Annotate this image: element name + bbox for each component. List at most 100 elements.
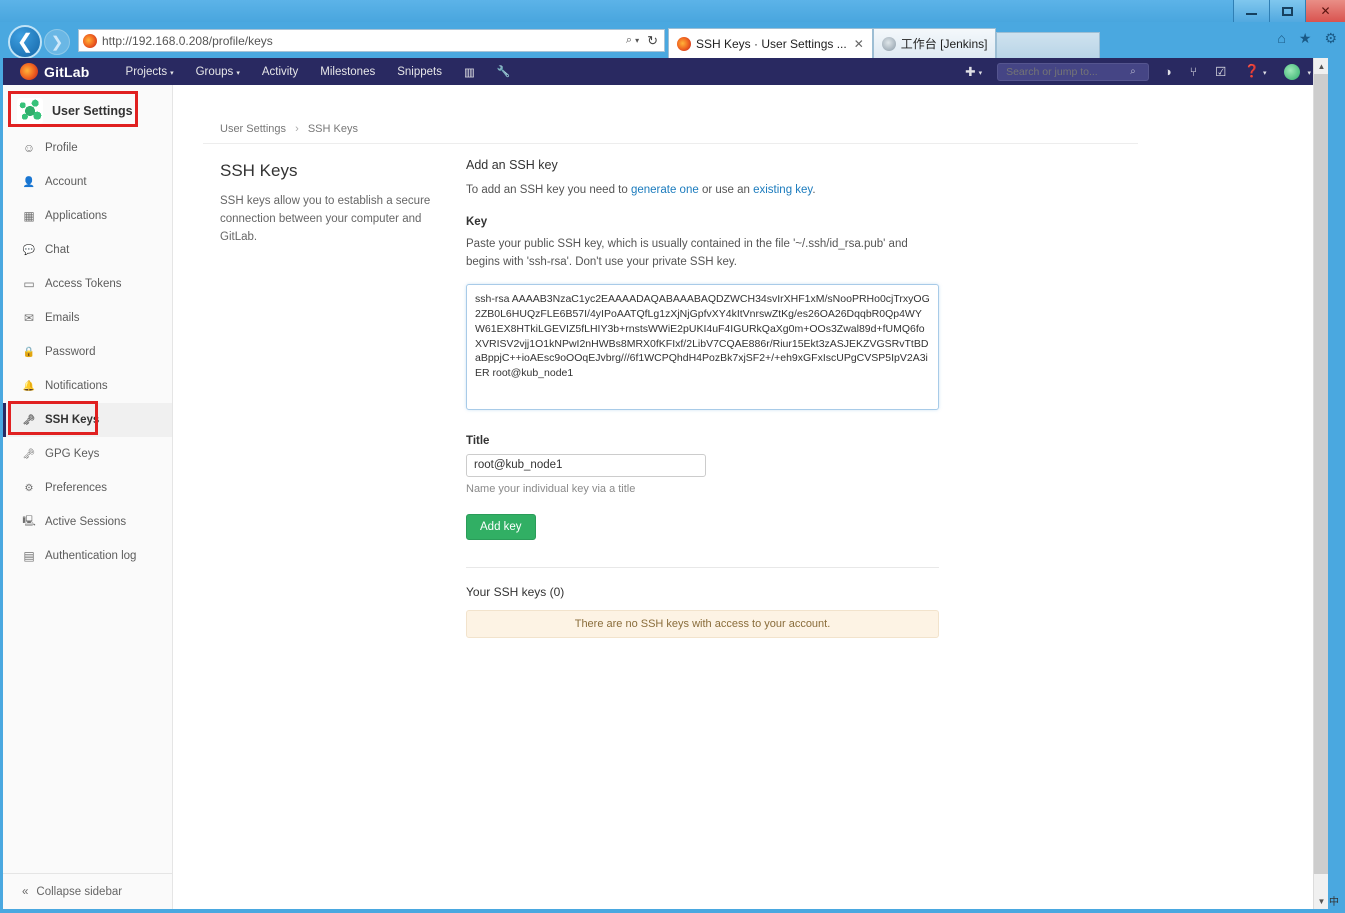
wrench-icon[interactable]: 🔧 bbox=[486, 65, 522, 78]
chevron-down-icon: ▾ bbox=[170, 69, 174, 77]
envelope-icon: ✉ bbox=[23, 311, 35, 325]
applications-icon: ▦ bbox=[23, 209, 35, 223]
monitor-icon: 🖳 bbox=[22, 515, 36, 527]
settings-gear-icon[interactable]: ⚙ bbox=[1324, 30, 1337, 47]
search-input[interactable] bbox=[1004, 64, 1131, 79]
new-item-plus-icon[interactable]: ✚ ▾ bbox=[956, 64, 991, 79]
sidebar-item-gpg-keys[interactable]: 🗝 GPG Keys bbox=[3, 437, 172, 471]
page-description: SSH keys allow you to establish a secure… bbox=[220, 195, 431, 243]
collapse-sidebar-button[interactable]: « Collapse sidebar bbox=[3, 873, 172, 909]
nav-label: Milestones bbox=[320, 65, 376, 78]
sidebar-header-label: User Settings bbox=[52, 104, 133, 118]
close-icon[interactable]: ✕ bbox=[854, 37, 864, 51]
browser-tab-jenkins[interactable]: 工作台 [Jenkins] bbox=[872, 28, 997, 58]
jenkins-icon bbox=[881, 36, 896, 51]
breadcrumb-divider bbox=[203, 143, 1138, 144]
chevron-down-icon: ▾ bbox=[1262, 69, 1267, 77]
search-icon: ⌕ bbox=[1130, 66, 1136, 77]
nav-item-projects[interactable]: Projects ▾ bbox=[115, 66, 185, 78]
empty-keys-message: There are no SSH keys with access to you… bbox=[466, 609, 939, 638]
sidebar-item-active-sessions[interactable]: 🖳 Active Sessions bbox=[3, 505, 172, 539]
breadcrumb-separator: › bbox=[295, 123, 299, 135]
gitlab-logo-link[interactable]: GitLab bbox=[20, 63, 90, 80]
window-close-button[interactable]: ✕ bbox=[1305, 0, 1345, 22]
page-viewport: GitLab Projects ▾ Groups ▾ Activity Mile… bbox=[3, 58, 1328, 909]
add-ssh-key-form: Add an SSH key To add an SSH key you nee… bbox=[466, 158, 941, 638]
sidebar-item-ssh-keys[interactable]: 🗝 SSH Keys bbox=[3, 403, 172, 437]
log-icon: ▤ bbox=[23, 549, 35, 563]
sidebar-item-preferences[interactable]: ⚙ Preferences bbox=[3, 471, 172, 505]
sidebar-item-authentication-log[interactable]: ▤ Authentication log bbox=[3, 539, 172, 573]
page-scrollbar[interactable]: ▲ ▼ bbox=[1313, 58, 1328, 909]
key-icon: 🗝 bbox=[22, 448, 36, 460]
chevron-down-icon[interactable]: ▾ bbox=[635, 36, 639, 45]
browser-tabs: SSH Keys · User Settings ... ✕ 工作台 [Jenk… bbox=[668, 26, 1100, 58]
gitlab-fox-icon bbox=[20, 63, 38, 80]
plus-icon: ✚ bbox=[965, 65, 976, 79]
sidebar-item-label: SSH Keys bbox=[45, 414, 100, 426]
nav-item-milestones[interactable]: Milestones bbox=[309, 66, 386, 78]
key-field-hint: Paste your public SSH key, which is usua… bbox=[466, 238, 908, 269]
sidebar-item-access-tokens[interactable]: ▭ Access Tokens bbox=[3, 267, 172, 301]
window-minimize-button[interactable] bbox=[1233, 0, 1269, 22]
sidebar-item-chat[interactable]: 💬 Chat bbox=[3, 233, 172, 267]
navbar-search-box[interactable]: ⌕ bbox=[997, 62, 1150, 81]
bell-icon: 🔔 bbox=[22, 380, 36, 392]
merge-requests-icon[interactable]: ⑂ bbox=[1181, 65, 1207, 79]
nav-item-groups[interactable]: Groups ▾ bbox=[185, 66, 251, 78]
breadcrumb-parent[interactable]: User Settings bbox=[220, 123, 286, 135]
form-heading: Add an SSH key bbox=[466, 158, 558, 172]
sidebar-item-label: Chat bbox=[45, 244, 70, 256]
scrollbar-up-arrow[interactable]: ▲ bbox=[1314, 58, 1328, 74]
window-controls: ✕ bbox=[1233, 0, 1345, 22]
lock-icon: 🔒 bbox=[22, 346, 36, 358]
help-glyph: ❓ bbox=[1244, 64, 1260, 78]
section-divider bbox=[466, 566, 939, 568]
analytics-icon[interactable]: ▥ bbox=[453, 65, 486, 79]
key-icon: 🗝 bbox=[22, 414, 36, 426]
form-sub-middle: or use an bbox=[698, 184, 754, 196]
sidebar-item-notifications[interactable]: 🔔 Notifications bbox=[3, 369, 172, 403]
browser-forward-button[interactable]: ❯ bbox=[44, 29, 70, 55]
sidebar-item-label: Password bbox=[45, 346, 96, 358]
sidebar-item-applications[interactable]: ▦ Applications bbox=[3, 199, 172, 233]
title-input[interactable] bbox=[466, 453, 706, 477]
sidebar-item-label: Emails bbox=[45, 312, 80, 324]
reload-icon[interactable]: ↻ bbox=[647, 33, 658, 49]
browser-actions: ⌂ ★ ⚙ bbox=[1277, 30, 1337, 47]
sidebar-item-password[interactable]: 🔒 Password bbox=[3, 335, 172, 369]
scrollbar-thumb[interactable] bbox=[1314, 74, 1328, 874]
ssh-key-textarea[interactable]: ssh-rsa AAAAB3NzaC1yc2EAAAADAQABAAABAQDZ… bbox=[466, 283, 939, 410]
key-field-label: Key bbox=[466, 216, 488, 228]
taskbar-language-indicator: 中 bbox=[1329, 897, 1339, 908]
form-sub-suffix: . bbox=[812, 184, 816, 196]
sidebar-header-user-settings[interactable]: User Settings bbox=[3, 91, 172, 131]
help-icon[interactable]: ❓ ▾ bbox=[1235, 64, 1275, 79]
nav-item-activity[interactable]: Activity bbox=[251, 66, 309, 78]
address-bar[interactable]: http://192.168.0.208/profile/keys ⌕ ▾ ↻ bbox=[78, 29, 665, 52]
existing-key-link[interactable]: existing key bbox=[753, 184, 812, 196]
chevron-down-icon: ▾ bbox=[978, 69, 983, 77]
favorites-star-icon[interactable]: ★ bbox=[1299, 30, 1312, 47]
todos-icon[interactable]: ☑ bbox=[1206, 64, 1235, 79]
browser-tab-title: SSH Keys · User Settings ... bbox=[696, 36, 847, 51]
add-key-button[interactable]: Add key bbox=[466, 513, 536, 540]
form-subheading: To add an SSH key you need to generate o… bbox=[466, 184, 941, 196]
browser-back-button[interactable]: ❮ bbox=[8, 25, 42, 59]
nav-item-snippets[interactable]: Snippets bbox=[386, 66, 453, 78]
sidebar-item-emails[interactable]: ✉ Emails bbox=[3, 301, 172, 335]
sidebar-item-profile[interactable]: ☺ Profile bbox=[3, 131, 172, 165]
title-field-help: Name your individual key via a title bbox=[466, 482, 636, 495]
avatar bbox=[1284, 63, 1301, 80]
window-maximize-button[interactable] bbox=[1269, 0, 1305, 22]
sidebar-item-label: Active Sessions bbox=[45, 516, 127, 528]
generate-one-link[interactable]: generate one bbox=[631, 184, 699, 196]
sidebar-item-label: Notifications bbox=[45, 380, 108, 392]
user-settings-sidebar: User Settings ☺ Profile 👤 Account ▦ Appl… bbox=[3, 85, 173, 909]
search-icon[interactable]: ⌕ bbox=[626, 34, 632, 47]
browser-tab-ssh-keys[interactable]: SSH Keys · User Settings ... ✕ bbox=[668, 28, 873, 58]
home-icon[interactable]: ⌂ bbox=[1277, 30, 1285, 47]
issues-icon[interactable]: ◑ bbox=[1155, 65, 1181, 79]
sidebar-item-account[interactable]: 👤 Account bbox=[3, 165, 172, 199]
settings-description-column: SSH Keys SSH keys allow you to establish… bbox=[220, 161, 450, 246]
